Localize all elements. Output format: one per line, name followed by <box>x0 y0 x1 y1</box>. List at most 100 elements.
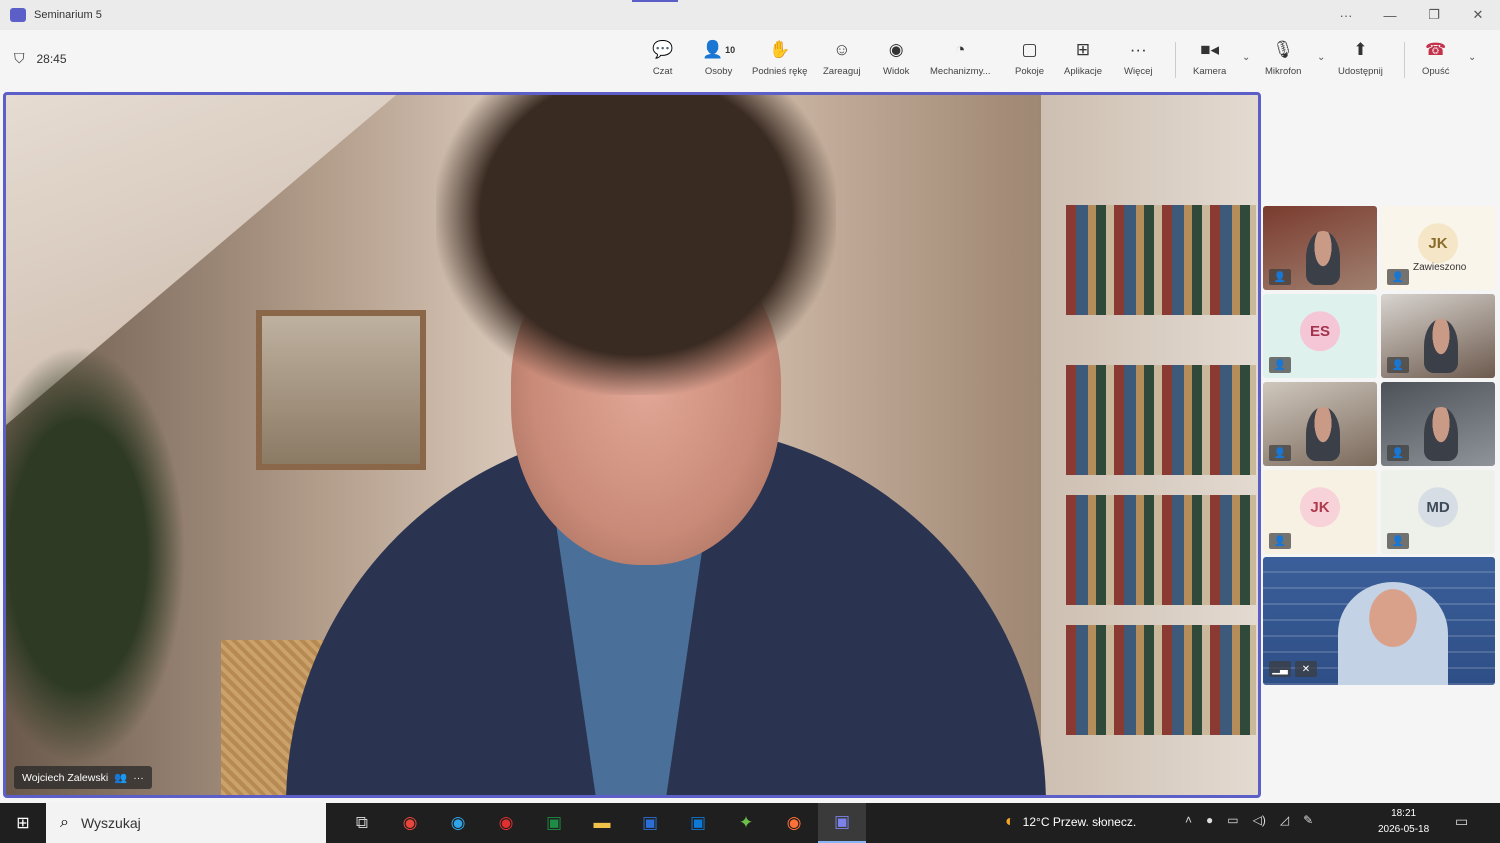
title-bar: Seminarium 5 ··· — ❐ ✕ <box>0 0 1500 30</box>
react-button[interactable]: ☺ Zareaguj <box>823 38 861 84</box>
chat-button[interactable]: 💬 Czat <box>652 38 673 84</box>
participant-tile[interactable]: JK Zawieszono 👤 <box>1381 206 1495 290</box>
system-tray: ˄ ● ▭ ◁) ◿ ✎ <box>1185 813 1313 827</box>
share-icon: ⬆ <box>1353 40 1368 59</box>
display-icon[interactable]: ▭ <box>1227 813 1238 827</box>
participant-icon: 👤 <box>1387 357 1409 373</box>
chevron-up-icon[interactable]: ˄ <box>1185 813 1192 827</box>
leave-options-chevron-icon[interactable]: ⌄ <box>1468 52 1476 63</box>
participant-icon: 👤 <box>1269 533 1291 549</box>
file-explorer-icon[interactable]: ▬ <box>578 803 626 843</box>
participant-avatar: MD <box>1418 487 1458 528</box>
participant-tile[interactable]: 👤 <box>1263 382 1377 466</box>
search-placeholder: Wyszukaj <box>80 815 141 831</box>
participant-icon: 👤 <box>1387 269 1409 285</box>
chrome-icon[interactable]: ◉ <box>386 803 434 843</box>
outlook-icon[interactable]: ▣ <box>674 803 722 843</box>
smiley-icon: ☺ <box>833 40 851 59</box>
pen-icon[interactable]: ✎ <box>1303 813 1313 827</box>
people-label: Osoby <box>704 66 733 77</box>
chat-label: Czat <box>652 66 673 77</box>
participant-avatar: JK <box>1300 487 1340 528</box>
tools-icon: ◔ <box>955 40 966 59</box>
speaker-more-button[interactable]: ··· <box>133 772 144 784</box>
meeting-timer: ⛉ 28:45 <box>14 50 67 67</box>
share-label: Udostępnij <box>1338 66 1383 77</box>
edge-icon[interactable]: ◉ <box>434 803 482 843</box>
participant-tile[interactable]: 👤 <box>1381 382 1495 466</box>
view-icon: ◉ <box>888 40 904 59</box>
tools-button[interactable]: ◔ Mechanizmy... <box>930 38 991 84</box>
clock-date: 2026-05-18 <box>1378 824 1430 835</box>
participant-icon: 👥 <box>114 772 128 784</box>
teams-taskbar-icon[interactable]: ▣ <box>818 803 866 843</box>
toolbar-divider <box>1175 42 1176 78</box>
view-button[interactable]: ◉ Widok <box>883 38 909 84</box>
notification-icon[interactable]: ▭ <box>1455 813 1468 830</box>
plus-icon: ⊞ <box>1075 40 1091 59</box>
participant-avatar: ES <box>1300 311 1340 352</box>
react-label: Zareaguj <box>823 66 861 77</box>
people-count: 10 <box>725 45 736 55</box>
excel-icon[interactable]: ▣ <box>530 803 578 843</box>
video-books <box>1066 365 1256 475</box>
more-options-button[interactable]: ··· <box>1324 0 1368 30</box>
close-button[interactable]: ✕ <box>1456 0 1500 30</box>
mic-button[interactable]: 🎙 Mikrofon <box>1265 38 1301 84</box>
main-video[interactable]: Wojciech Zalewski 👥 ··· <box>3 92 1261 798</box>
participant-video <box>1424 319 1459 374</box>
presenter-video <box>1338 582 1448 685</box>
participant-icon: 👤 <box>1269 445 1291 461</box>
raise-hand-button[interactable]: ✋ Podnieś rękę <box>752 38 807 84</box>
video-picture-frame <box>256 310 426 470</box>
video-books <box>1066 495 1256 605</box>
participant-video <box>1306 407 1341 462</box>
word-icon[interactable]: ▣ <box>626 803 674 843</box>
green-app-icon[interactable]: ✦ <box>722 803 770 843</box>
camera-icon: ■◂ <box>1200 40 1220 59</box>
pdf-icon[interactable]: ◉ <box>482 803 530 843</box>
weather-text: 12°C Przew. słonecz. <box>1022 815 1137 829</box>
speaker-name-tag: Wojciech Zalewski 👥 ··· <box>14 766 152 789</box>
people-button[interactable]: 👤 10 Osoby <box>702 38 735 84</box>
rooms-button[interactable]: ▢ Pokoje <box>1015 38 1044 84</box>
minimize-button[interactable]: — <box>1368 0 1412 30</box>
tools-label: Mechanizmy... <box>930 66 991 77</box>
leave-button[interactable]: ☎ Opuść <box>1422 38 1449 84</box>
microphone-icon[interactable]: ● <box>1206 813 1213 827</box>
more-button[interactable]: ··· Więcej <box>1124 38 1153 84</box>
view-label: Widok <box>883 66 910 77</box>
taskbar-clock[interactable]: 18:21 2026-05-18 <box>1378 806 1429 838</box>
participant-icon: 👤 <box>1387 533 1409 549</box>
taskbar-search[interactable]: ⌕ Wyszukaj <box>46 803 326 843</box>
participant-tile[interactable]: 👤 <box>1381 294 1495 378</box>
participant-tile[interactable]: MD 👤 <box>1381 470 1495 554</box>
camera-label: Kamera <box>1193 66 1227 77</box>
firefox-icon[interactable]: ◉ <box>770 803 818 843</box>
leave-label: Opuść <box>1422 66 1450 77</box>
participant-video <box>1424 407 1459 462</box>
restore-button[interactable]: ❐ <box>1412 0 1456 30</box>
camera-button[interactable]: ■◂ Kamera <box>1193 38 1226 84</box>
presenter-tile[interactable]: ▁▃ ✕ <box>1263 557 1495 685</box>
participant-video <box>1306 231 1341 286</box>
weather-widget[interactable]: ◐ 12°C Przew. słonecz. <box>1005 813 1136 831</box>
camera-options-chevron-icon[interactable]: ⌄ <box>1242 52 1250 63</box>
mic-options-chevron-icon[interactable]: ⌄ <box>1317 52 1325 63</box>
speaker-hair <box>436 95 836 395</box>
clock-time: 18:21 <box>1391 808 1417 819</box>
task-view-icon[interactable]: ⧉ <box>338 803 386 843</box>
teams-icon <box>10 8 26 22</box>
hang-up-icon: ☎ <box>1425 40 1447 59</box>
toolbar-divider <box>1404 42 1405 78</box>
share-button[interactable]: ⬆ Udostępnij <box>1338 38 1383 84</box>
participant-tile[interactable]: ES 👤 <box>1263 294 1377 378</box>
participant-tile[interactable]: 👤 <box>1263 206 1377 290</box>
network-icon[interactable]: ◿ <box>1280 813 1289 827</box>
search-icon: ⌕ <box>60 814 69 831</box>
windows-start-icon[interactable]: ⊞ <box>0 803 46 843</box>
speaker-icon[interactable]: ◁) <box>1253 813 1266 827</box>
participant-tile[interactable]: JK 👤 <box>1263 470 1377 554</box>
video-plant <box>6 345 186 765</box>
apps-button[interactable]: ⊞ Aplikacje <box>1064 38 1102 84</box>
